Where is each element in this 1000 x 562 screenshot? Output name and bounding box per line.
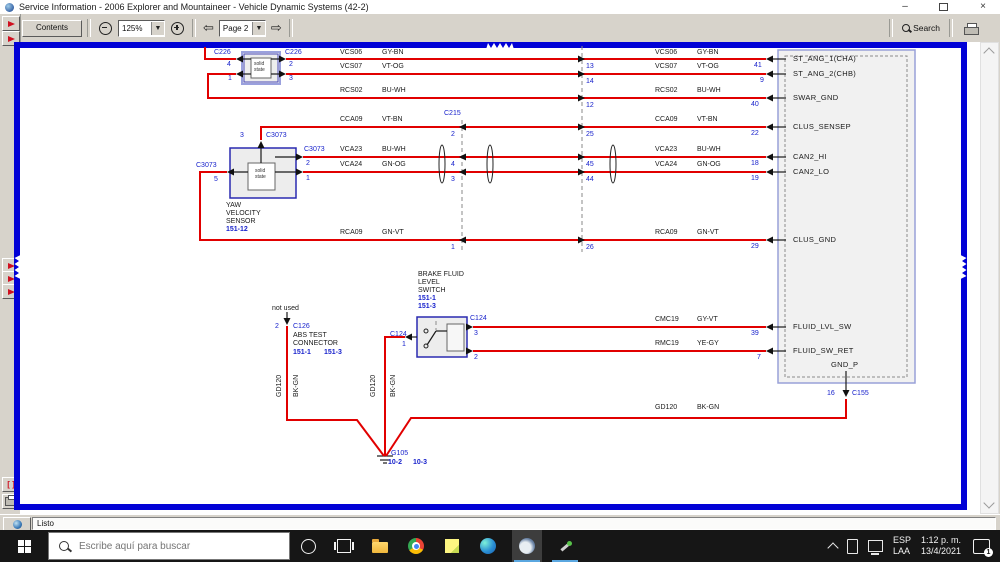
- taskbar-search-box[interactable]: [48, 532, 290, 560]
- toolbar-separator: [87, 19, 91, 37]
- action-center-button[interactable]: 1: [973, 538, 993, 557]
- search-button[interactable]: Search: [902, 23, 940, 33]
- contents-button[interactable]: Contents: [22, 19, 82, 37]
- toolbar: Contents 125% ▼ ⇦ Page 2 ▼ ⇨ Search: [20, 14, 1000, 42]
- service-information-app-button[interactable]: [512, 530, 542, 562]
- next-page-icon[interactable]: ⇨: [271, 21, 282, 35]
- status-globe-button[interactable]: [3, 517, 31, 531]
- previous-page-icon[interactable]: ⇦: [203, 21, 214, 35]
- keyboard-code: LAA: [892, 546, 910, 556]
- taskbar-search-input[interactable]: [77, 539, 271, 553]
- language-code: ESP: [892, 534, 911, 545]
- service-information-icon: [519, 538, 535, 554]
- restore-icon: [938, 3, 948, 11]
- system-tray: ESP LAA 1:12 p. m. 13/4/2021 1: [827, 530, 1000, 562]
- folder-icon: [372, 539, 388, 553]
- edge-icon: [480, 538, 496, 554]
- tools-app-button[interactable]: [550, 530, 580, 562]
- page-value: Page 2: [222, 23, 249, 33]
- globe-icon: [12, 519, 22, 529]
- diagram-page-border: [14, 42, 967, 510]
- chevron-down-icon[interactable]: ▼: [151, 21, 164, 35]
- print-icon[interactable]: [964, 22, 979, 35]
- window-title: Service Information - 2006 Explorer and …: [19, 2, 369, 12]
- sticky-notes-button[interactable]: [434, 530, 470, 562]
- cortana-button[interactable]: [290, 530, 326, 562]
- zoom-out-icon[interactable]: [99, 21, 112, 35]
- page-select[interactable]: Page 2 ▼: [218, 19, 266, 37]
- clock[interactable]: 1:12 p. m. 13/4/2021: [921, 535, 961, 558]
- cortana-icon: [300, 538, 316, 554]
- red-arrow-button[interactable]: [2, 16, 20, 31]
- tray-expand-icon[interactable]: [827, 542, 839, 554]
- vertical-scrollbar[interactable]: [980, 42, 999, 514]
- sticky-notes-icon: [445, 539, 459, 553]
- zoom-select[interactable]: 125% ▼: [118, 19, 165, 37]
- screen: { "window": { "title": "Service Informat…: [0, 0, 1000, 562]
- task-view-button[interactable]: [326, 530, 362, 562]
- toolbar-separator: [192, 19, 196, 37]
- app-icon: [5, 2, 14, 12]
- start-button[interactable]: [0, 530, 48, 562]
- red-arrow-icon: [7, 35, 15, 42]
- windows-logo-icon: [17, 539, 31, 553]
- chevron-down-icon[interactable]: ▼: [251, 21, 265, 35]
- tray-device-icon[interactable]: [846, 538, 858, 554]
- file-explorer-button[interactable]: [362, 530, 398, 562]
- title-bar: Service Information - 2006 Explorer and …: [0, 0, 1000, 15]
- search-label: Search: [913, 23, 940, 33]
- edge-button[interactable]: [470, 530, 506, 562]
- zoom-in-icon[interactable]: [171, 21, 184, 35]
- notification-badge: 1: [984, 547, 993, 557]
- scroll-down-icon[interactable]: [983, 497, 995, 509]
- red-arrow-icon: [7, 20, 15, 27]
- date-text: 13/4/2021: [920, 546, 961, 556]
- scroll-up-icon[interactable]: [983, 47, 995, 59]
- maximize-button[interactable]: [932, 0, 954, 14]
- chrome-button[interactable]: [398, 530, 434, 562]
- tray-network-icon[interactable]: [867, 540, 883, 555]
- toolbar-separator: [288, 19, 293, 37]
- status-bar: Listo: [0, 514, 1000, 531]
- status-text: Listo: [32, 517, 996, 530]
- search-icon: [902, 24, 911, 32]
- toolbar-separator: [949, 19, 953, 37]
- time-text: 1:12 p. m.: [920, 534, 961, 545]
- wrench-icon: [559, 540, 572, 553]
- toolbar-separator: [889, 19, 894, 37]
- chrome-icon: [408, 538, 424, 554]
- search-icon: [59, 541, 69, 551]
- zoom-value: 125%: [122, 23, 143, 33]
- task-view-icon: [334, 539, 354, 553]
- language-indicator[interactable]: ESP LAA: [893, 535, 911, 558]
- minimize-button[interactable]: –: [894, 0, 916, 14]
- close-button[interactable]: ×: [972, 0, 994, 14]
